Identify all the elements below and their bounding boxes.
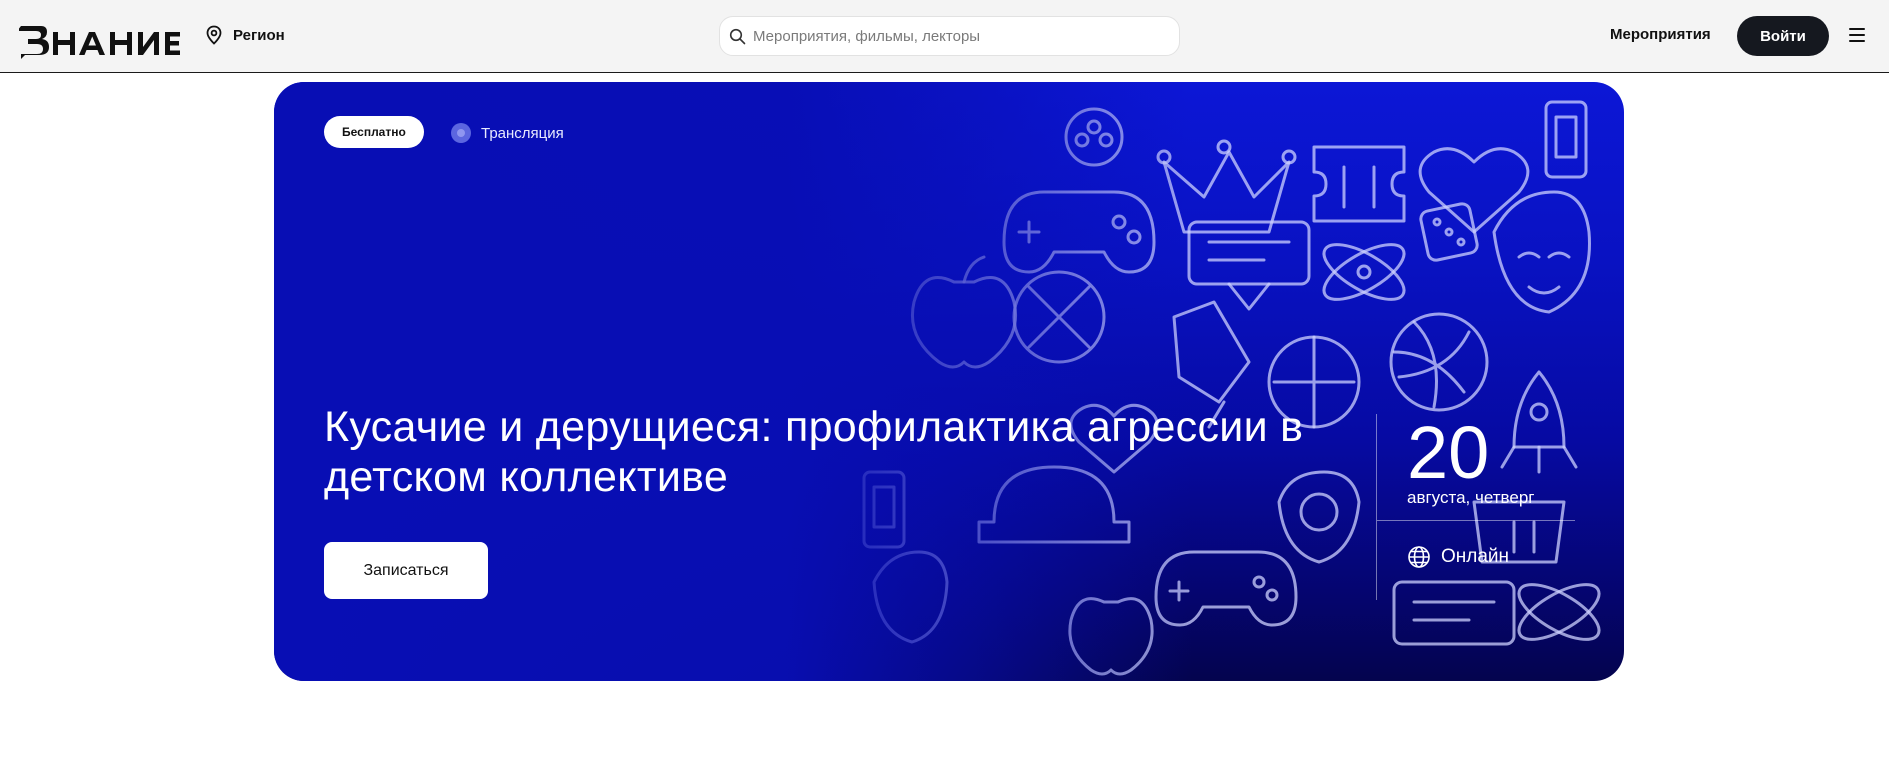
event-hero-banner: Бесплатно Трансляция Кусачие и дерущиеся…	[274, 82, 1624, 681]
search-input[interactable]	[753, 27, 1173, 45]
location-label: Онлайн	[1441, 546, 1510, 567]
broadcast-dot-icon	[451, 123, 471, 143]
search-bar[interactable]	[719, 16, 1180, 56]
format-badge: Трансляция	[451, 123, 564, 143]
signup-button[interactable]: Записаться	[324, 542, 488, 599]
format-label: Трансляция	[481, 124, 564, 142]
event-date-block: 20 августа, четверг Онлайн	[1376, 414, 1576, 600]
znanie-logo[interactable]	[19, 22, 181, 62]
event-title: Кусачие и дерущиеся: профилактика агресс…	[324, 403, 1304, 501]
search-icon	[729, 28, 746, 44]
menu-icon[interactable]	[1849, 28, 1865, 42]
region-label: Регион	[233, 26, 285, 44]
divider	[1377, 520, 1575, 521]
site-header: Регион Мероприятия Войти	[0, 0, 1889, 73]
location-pin-icon	[206, 25, 222, 45]
event-location: Онлайн	[1407, 545, 1509, 569]
region-selector[interactable]: Регион	[205, 25, 285, 45]
login-button[interactable]: Войти	[1737, 16, 1829, 56]
nav-link-events[interactable]: Мероприятия	[1610, 26, 1711, 43]
globe-icon	[1408, 546, 1430, 568]
price-badge: Бесплатно	[324, 116, 424, 148]
event-date-weekday: августа, четверг	[1407, 488, 1535, 507]
event-day: 20	[1407, 411, 1490, 494]
